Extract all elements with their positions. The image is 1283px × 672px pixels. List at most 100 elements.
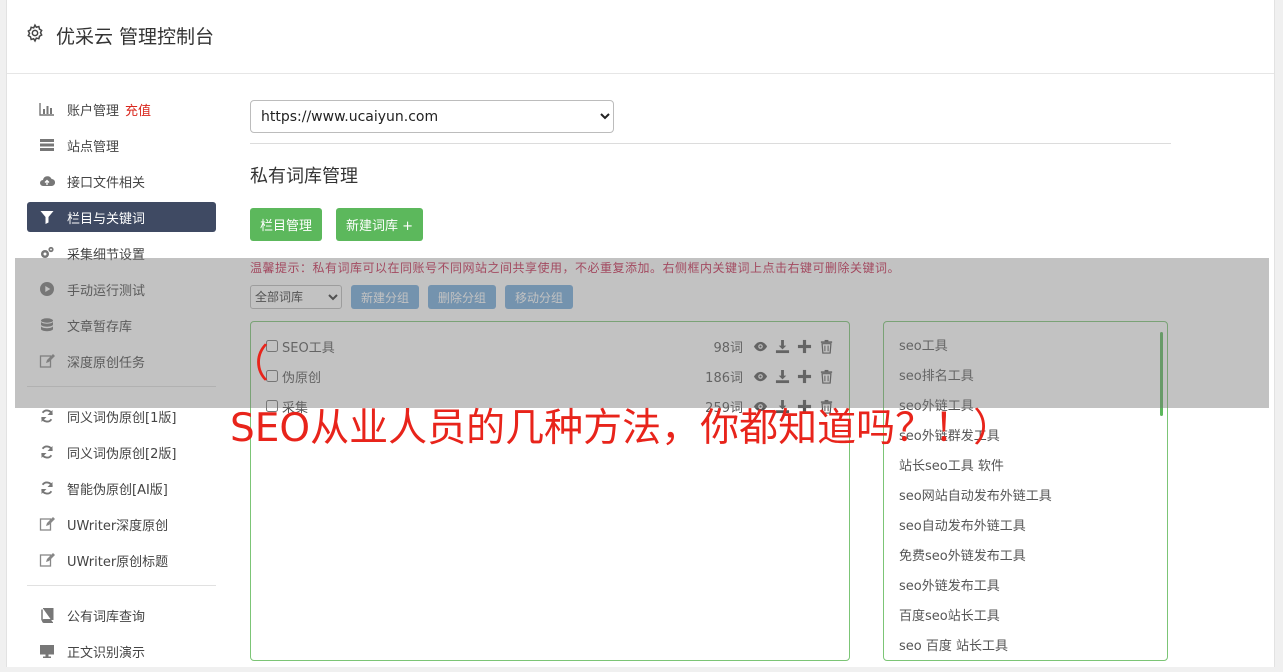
sidebar-item-label: 同义词伪原创[2版] [67,446,177,462]
refresh-icon [38,480,56,496]
keyword-item[interactable]: seo网站自动发布外链工具 [899,485,1152,515]
download-icon[interactable] [775,339,790,354]
edit-icon [38,516,56,532]
sidebar-item-deep-original[interactable]: 深度原创任务 [27,346,216,376]
keyword-item[interactable]: 站长seo工具 软件 [899,455,1152,485]
sidebar-item-text-recognition[interactable]: 正文识别演示 [27,636,216,666]
sidebar-divider [27,585,216,586]
sidebar-item-manual-run[interactable]: 手动运行测试 [27,274,216,304]
group-toolbar: 全部词库 新建分组 删除分组 移动分组 [250,285,1171,309]
trash-icon[interactable] [819,399,834,414]
cloud-upload-icon [38,173,56,189]
sidebar-item-label: 采集细节设置 [67,247,146,263]
eye-icon[interactable] [753,399,768,414]
lexicon-actions [753,399,834,414]
lexicon-count: 259词 [705,400,743,416]
action-buttons: 栏目管理 新建词库 + [250,208,1171,241]
lexicon-count: 186词 [705,370,743,386]
sidebar-item-ai-rewrite[interactable]: 智能伪原创[AI版] [27,473,216,503]
lexicon-row: 采集 259词 [266,391,834,421]
lexicon-row: SEO工具 98词 [266,331,834,361]
sidebar-item-synonym-v2[interactable]: 同义词伪原创[2版] [27,437,216,467]
lexicon-checkbox[interactable] [266,400,278,412]
sidebar-item-label: 公有词库查询 [67,609,146,625]
sidebar-item-label: 接口文件相关 [67,175,146,191]
eye-icon[interactable] [753,339,768,354]
sidebar-divider [27,386,216,387]
database-icon [38,317,56,333]
download-icon[interactable] [775,369,790,384]
plus-icon[interactable] [797,369,812,384]
sidebar-item-public-lexicon[interactable]: 公有词库查询 [27,600,216,630]
sidebar-item-label: 深度原创任务 [67,355,146,371]
lexicon-name[interactable]: SEO工具 [282,337,713,356]
keyword-item[interactable]: 免费seo外链发布工具 [899,545,1152,575]
plus-icon[interactable] [797,339,812,354]
filter-icon [38,209,56,225]
delete-group-button[interactable]: 删除分组 [428,285,497,309]
sidebar-item-label: 智能伪原创[AI版] [67,482,168,498]
move-group-button[interactable]: 移动分组 [505,285,574,309]
trash-icon[interactable] [819,339,834,354]
sidebar-item-label: UWriter原创标题 [67,554,169,570]
sidebar-item-label: 站点管理 [67,139,120,155]
refresh-icon [38,444,56,460]
server-icon [38,137,56,153]
section-title: 私有词库管理 [250,166,358,187]
sidebar-item-label: 文章暂存库 [67,319,133,335]
page: 优采云 管理控制台 账户管理 充值 站点管理 接口文件相关 栏目与关键词 采集细… [6,0,1275,667]
group-select[interactable]: 全部词库 [250,285,342,309]
recharge-link[interactable]: 充值 [125,100,151,119]
plus-icon[interactable] [797,399,812,414]
keyword-item[interactable]: seo外链发布工具 [899,575,1152,605]
keyword-item[interactable]: seo工具 [899,335,1152,365]
keyword-item[interactable]: seo排名工具 [899,365,1152,395]
trash-icon[interactable] [819,369,834,384]
sidebar-item-synonym-v1[interactable]: 同义词伪原创[1版] [27,401,216,431]
lexicon-checkbox[interactable] [266,340,278,352]
sidebar-item-interface-files[interactable]: 接口文件相关 [27,166,216,196]
divider [250,143,1171,144]
keyword-item[interactable]: seo 百度 站长工具 [899,635,1152,660]
eye-icon[interactable] [753,369,768,384]
bar-chart-icon [38,101,56,117]
cogs-icon [38,245,56,261]
lexicon-count: 98词 [713,340,743,356]
app-title: 优采云 管理控制台 [56,26,215,48]
refresh-icon [38,408,56,424]
new-lexicon-button[interactable]: 新建词库 + [336,208,424,241]
lexicon-actions [753,339,834,354]
sidebar-item-sites[interactable]: 站点管理 [27,130,216,160]
sidebar-item-uwriter-title[interactable]: UWriter原创标题 [27,545,216,575]
keyword-item[interactable]: seo外链工具 [899,395,1152,425]
sidebar-item-uwriter-deep[interactable]: UWriter深度原创 [27,509,216,539]
monitor-icon [38,643,56,659]
edit-icon [38,552,56,568]
book-icon [38,607,56,623]
site-select[interactable]: https://www.ucaiyun.com [250,100,614,133]
sidebar-item-article-store[interactable]: 文章暂存库 [27,310,216,340]
lexicon-checkbox[interactable] [266,370,278,382]
sidebar-item-label: 栏目与关键词 [67,211,146,227]
download-icon[interactable] [775,399,790,414]
sidebar-item-columns-keywords[interactable]: 栏目与关键词 [27,202,216,232]
gear-icon [27,23,43,43]
sidebar-item-collect-settings[interactable]: 采集细节设置 [27,238,216,268]
play-circle-icon [38,281,56,297]
lexicon-list-panel: SEO工具 98词 伪原创 186词 采集 259词 [250,321,850,661]
header: 优采云 管理控制台 [7,0,1274,74]
sidebar-item-label: 账户管理 [67,103,120,119]
lexicon-name[interactable]: 采集 [282,397,705,416]
keyword-item[interactable]: seo外链群发工具 [899,425,1152,455]
new-group-button[interactable]: 新建分组 [351,285,420,309]
category-manage-button[interactable]: 栏目管理 [250,208,323,241]
lexicon-name[interactable]: 伪原创 [282,367,705,386]
keyword-list-panel[interactable]: seo工具 seo排名工具 seo外链工具 seo外链群发工具 站长seo工具 … [883,321,1168,661]
sidebar: 账户管理 充值 站点管理 接口文件相关 栏目与关键词 采集细节设置 手动运行测试… [27,94,216,672]
sidebar-item-label: 正文识别演示 [67,645,146,661]
keyword-item[interactable]: seo自动发布外链工具 [899,515,1152,545]
sidebar-item-account[interactable]: 账户管理 充值 [27,94,216,124]
scrollbar[interactable] [1160,332,1163,416]
sidebar-item-label: 手动运行测试 [67,283,146,299]
keyword-item[interactable]: 百度seo站长工具 [899,605,1152,635]
